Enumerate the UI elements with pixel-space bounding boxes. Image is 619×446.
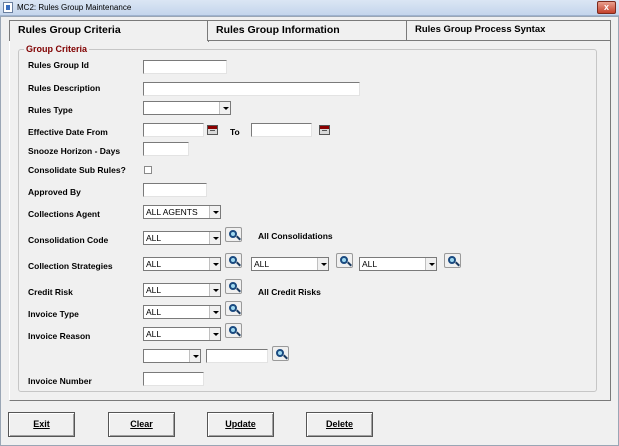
tab-label: Rules Group Criteria bbox=[18, 24, 121, 36]
rules-description-input[interactable] bbox=[143, 82, 360, 96]
search-icon[interactable] bbox=[225, 279, 242, 294]
chevron-down-icon bbox=[209, 232, 220, 244]
collection-strategy-value: ALL bbox=[146, 259, 162, 269]
collection-strategy-select-2[interactable]: ALL bbox=[251, 257, 329, 271]
invoice-reason-value: ALL bbox=[146, 329, 162, 339]
group-criteria-label: Group Criteria bbox=[24, 44, 90, 54]
credit-risk-value: ALL bbox=[146, 285, 162, 295]
collections-agent-select[interactable]: ALL AGENTS bbox=[143, 205, 221, 219]
chevron-down-icon bbox=[317, 258, 328, 270]
invoice-type-value: ALL bbox=[146, 307, 162, 317]
delete-button[interactable]: Delete bbox=[306, 412, 373, 437]
chevron-down-icon bbox=[425, 258, 436, 270]
approved-by-input[interactable] bbox=[143, 183, 207, 197]
app-icon bbox=[3, 2, 13, 13]
collection-strategy-value: ALL bbox=[362, 259, 378, 269]
chevron-down-icon bbox=[219, 102, 230, 114]
consolidate-sub-rules-label: Consolidate Sub Rules? bbox=[28, 165, 126, 175]
chevron-down-icon bbox=[209, 284, 220, 296]
rules-group-id-label: Rules Group Id bbox=[28, 60, 89, 70]
consolidation-code-select[interactable]: ALL bbox=[143, 231, 221, 245]
collections-agent-label: Collections Agent bbox=[28, 209, 100, 219]
effective-date-from-input[interactable] bbox=[143, 123, 204, 137]
chevron-down-icon bbox=[209, 258, 220, 270]
chevron-down-icon bbox=[209, 328, 220, 340]
search-icon[interactable] bbox=[225, 253, 242, 268]
consolidation-code-note: All Consolidations bbox=[258, 231, 333, 241]
credit-risk-label: Credit Risk bbox=[28, 287, 73, 297]
chevron-down-icon bbox=[189, 350, 200, 362]
rules-group-id-input[interactable] bbox=[143, 60, 227, 74]
invoice-number-input[interactable] bbox=[143, 372, 204, 386]
tab-rules-group-process-syntax[interactable]: Rules Group Process Syntax bbox=[406, 20, 611, 41]
search-icon[interactable] bbox=[444, 253, 461, 268]
snooze-horizon-input[interactable] bbox=[143, 142, 189, 156]
chevron-down-icon bbox=[209, 206, 220, 218]
collection-strategies-label: Collection Strategies bbox=[28, 261, 113, 271]
tab-rules-group-criteria[interactable]: Rules Group Criteria bbox=[9, 20, 209, 42]
invoice-type-select[interactable]: ALL bbox=[143, 305, 221, 319]
effective-date-label: Effective Date From bbox=[28, 127, 108, 137]
tab-label: Rules Group Information bbox=[216, 24, 340, 36]
invoice-type-label: Invoice Type bbox=[28, 309, 79, 319]
search-icon[interactable] bbox=[225, 227, 242, 242]
exit-button[interactable]: Exit bbox=[8, 412, 75, 437]
tab-rules-group-information[interactable]: Rules Group Information bbox=[207, 20, 408, 41]
window-title: MC2: Rules Group Maintenance bbox=[17, 3, 132, 12]
search-icon[interactable] bbox=[225, 323, 242, 338]
collection-strategy-select-3[interactable]: ALL bbox=[359, 257, 437, 271]
credit-risk-select[interactable]: ALL bbox=[143, 283, 221, 297]
rules-description-label: Rules Description bbox=[28, 83, 101, 93]
invoice-reason-label: Invoice Reason bbox=[28, 331, 91, 341]
chevron-down-icon bbox=[209, 306, 220, 318]
title-bar: MC2: Rules Group Maintenance x bbox=[0, 0, 619, 16]
collection-strategy-select-1[interactable]: ALL bbox=[143, 257, 221, 271]
extra-input[interactable] bbox=[206, 349, 268, 363]
collection-strategy-value: ALL bbox=[254, 259, 270, 269]
close-button[interactable]: x bbox=[597, 1, 616, 14]
search-icon[interactable] bbox=[272, 346, 289, 361]
search-icon[interactable] bbox=[336, 253, 353, 268]
clear-button[interactable]: Clear bbox=[108, 412, 175, 437]
consolidate-sub-rules-checkbox[interactable] bbox=[144, 166, 152, 174]
rules-type-select[interactable] bbox=[143, 101, 231, 115]
search-icon[interactable] bbox=[225, 301, 242, 316]
invoice-reason-select[interactable]: ALL bbox=[143, 327, 221, 341]
snooze-horizon-label: Snooze Horizon - Days bbox=[28, 146, 121, 156]
rules-type-label: Rules Type bbox=[28, 105, 73, 115]
approved-by-label: Approved By bbox=[28, 187, 81, 197]
update-button[interactable]: Update bbox=[207, 412, 274, 437]
invoice-number-label: Invoice Number bbox=[28, 376, 92, 386]
effective-date-to-label: To bbox=[230, 127, 240, 137]
tab-label: Rules Group Process Syntax bbox=[415, 24, 546, 35]
effective-date-to-input[interactable] bbox=[251, 123, 312, 137]
extra-select[interactable] bbox=[143, 349, 201, 363]
group-criteria-box bbox=[18, 49, 597, 392]
credit-risk-note: All Credit Risks bbox=[258, 287, 321, 297]
collections-agent-value: ALL AGENTS bbox=[146, 207, 198, 217]
calendar-icon[interactable] bbox=[207, 125, 218, 135]
calendar-icon[interactable] bbox=[319, 125, 330, 135]
consolidation-code-value: ALL bbox=[146, 233, 162, 243]
consolidation-code-label: Consolidation Code bbox=[28, 235, 109, 245]
